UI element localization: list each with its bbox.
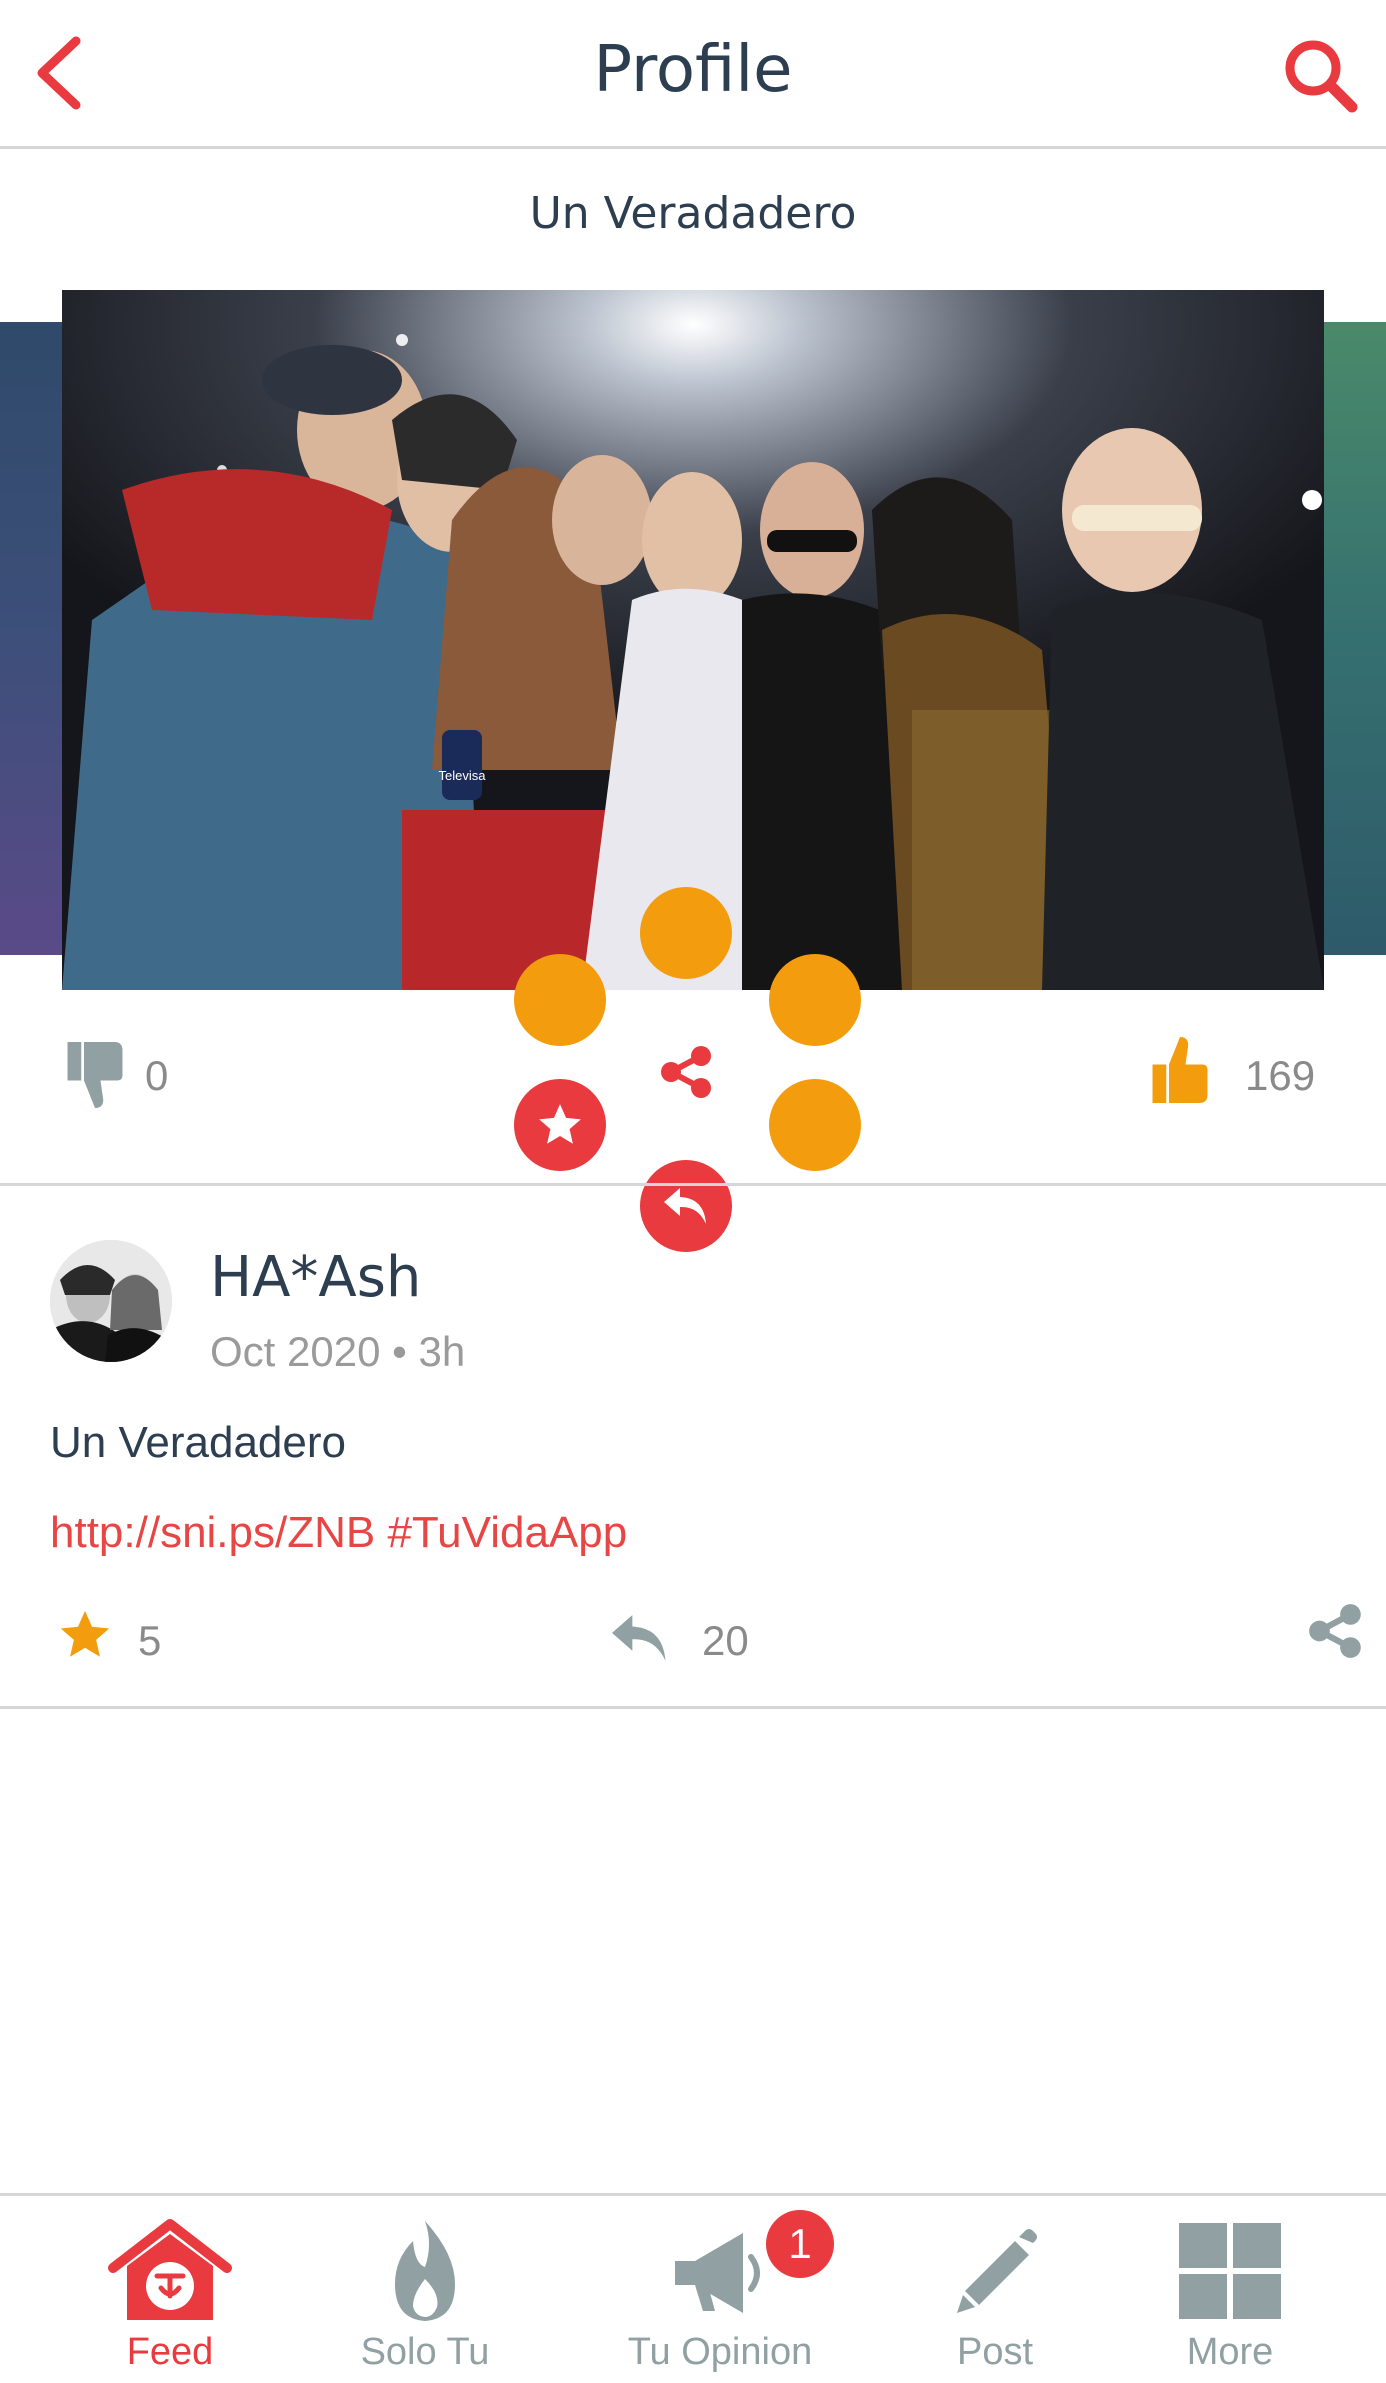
- notification-badge: 1: [766, 2210, 834, 2278]
- tab-bar: Feed Solo Tu Tu Opinion Post More: [0, 2193, 1386, 2383]
- back-button[interactable]: [20, 28, 100, 118]
- previous-card-peek[interactable]: [0, 322, 62, 955]
- tab-post[interactable]: Post: [890, 2196, 1100, 2383]
- grid-icon: [1179, 2223, 1281, 2319]
- tab-feed[interactable]: Feed: [60, 2196, 280, 2383]
- favorite-button[interactable]: [50, 1595, 120, 1675]
- next-card-peek[interactable]: [1324, 322, 1386, 955]
- tab-solo-tu[interactable]: Solo Tu: [320, 2196, 530, 2383]
- search-button[interactable]: [1270, 25, 1370, 125]
- author-name[interactable]: HA*Ash: [210, 1245, 421, 1310]
- reply-icon: [612, 1614, 666, 1661]
- tab-label: Solo Tu: [360, 2331, 490, 2373]
- radial-menu-orb-right[interactable]: [769, 954, 861, 1046]
- radial-reply-button[interactable]: [640, 1160, 732, 1252]
- reply-button[interactable]: [600, 1600, 680, 1675]
- dislike-count: 0: [145, 1052, 169, 1099]
- tab-label: More: [1186, 2331, 1274, 2373]
- reply-icon: [664, 1188, 706, 1224]
- share-icon: [1309, 1604, 1361, 1658]
- avatar[interactable]: [50, 1240, 172, 1362]
- avatar-image: [50, 1240, 172, 1362]
- home-icon: [108, 2219, 232, 2320]
- radial-menu-orb-left[interactable]: [514, 954, 606, 1046]
- post-text: Un Veradadero: [50, 1418, 346, 1467]
- microphone-sign-text: Televisa: [439, 768, 487, 783]
- divider: [0, 1706, 1386, 1709]
- group-photo-illustration: Televisa: [62, 290, 1324, 990]
- reply-count: 20: [702, 1617, 749, 1664]
- flame-icon: [395, 2220, 455, 2321]
- favorite-count: 5: [138, 1617, 162, 1664]
- pencil-icon: [957, 2229, 1037, 2313]
- dislike-button[interactable]: [55, 1030, 135, 1120]
- radial-menu-orb-top[interactable]: [640, 887, 732, 979]
- search-icon: [1285, 40, 1358, 113]
- post-photo[interactable]: Televisa: [62, 290, 1324, 990]
- share-icon: [661, 1046, 711, 1098]
- thumbs-down-icon: [67, 1042, 123, 1108]
- radial-share-button[interactable]: [652, 1037, 722, 1107]
- tab-label: Post: [956, 2331, 1034, 2373]
- radial-menu-orb-bottom-right[interactable]: [769, 1079, 861, 1171]
- tab-label: Tu Opinion: [627, 2331, 813, 2373]
- favorite-icon: [539, 1104, 581, 1144]
- like-button[interactable]: [1140, 1025, 1220, 1115]
- star-icon: [60, 1610, 110, 1657]
- post-caption: Un Veradadero: [529, 188, 857, 239]
- chevron-left-icon: [37, 36, 81, 110]
- radial-favorite-button[interactable]: [514, 1079, 606, 1171]
- divider: [0, 1183, 1386, 1186]
- post-timestamp: Oct 2020 • 3h: [210, 1328, 466, 1375]
- tab-label: Feed: [126, 2331, 214, 2373]
- page-title: Profile: [593, 33, 793, 107]
- megaphone-icon: [675, 2233, 760, 2313]
- share-button[interactable]: [1298, 1590, 1374, 1672]
- thumbs-up-icon: [1152, 1037, 1208, 1103]
- tab-more[interactable]: More: [1130, 2196, 1330, 2383]
- like-count: 169: [1245, 1052, 1316, 1099]
- post-link[interactable]: http://sni.ps/ZNB #TuVidaApp: [50, 1508, 627, 1558]
